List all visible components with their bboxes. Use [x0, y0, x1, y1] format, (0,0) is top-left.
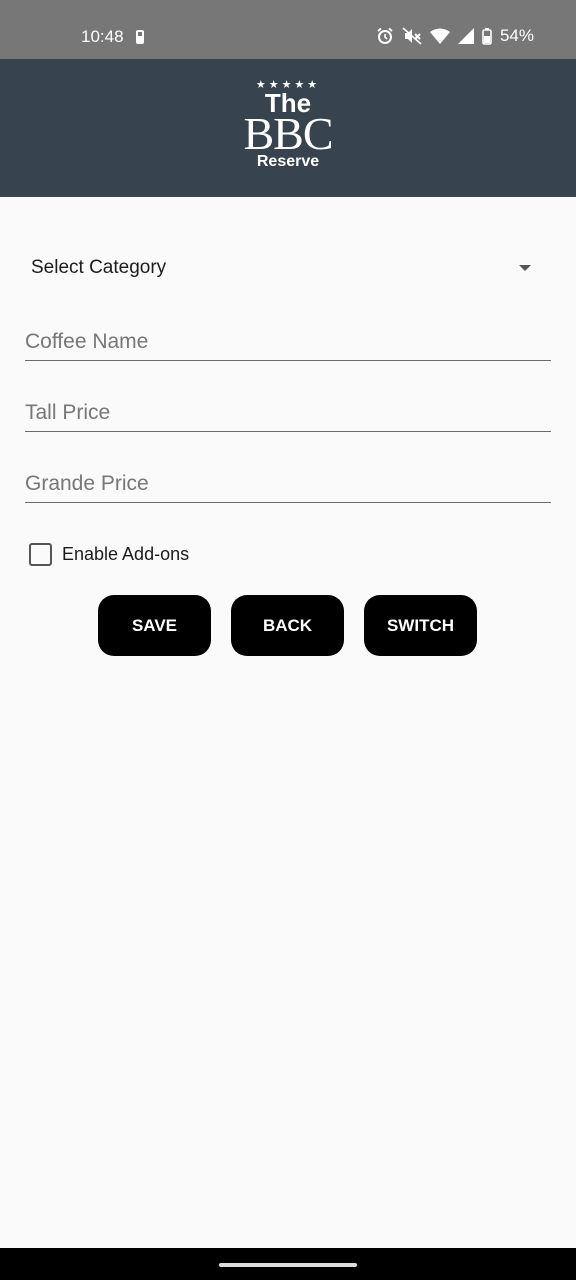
app-header: ★★★★★ The BBC Reserve	[0, 59, 576, 197]
enable-addons-checkbox[interactable]: Enable Add-ons	[29, 542, 189, 566]
tall-price-field	[25, 384, 551, 432]
category-select[interactable]: Select Category	[25, 243, 551, 293]
coffee-name-field	[25, 313, 551, 361]
save-button[interactable]: SAVE	[98, 595, 211, 656]
tall-price-input[interactable]	[25, 401, 551, 425]
dropdown-arrow-icon	[519, 265, 531, 271]
back-button[interactable]: BACK	[231, 595, 344, 656]
signal-icon	[457, 28, 474, 44]
grande-price-input[interactable]	[25, 472, 551, 496]
battery-saver-icon	[136, 30, 144, 44]
coffee-name-input[interactable]	[25, 330, 551, 354]
status-bar: 10:48 54%	[0, 0, 576, 59]
switch-button[interactable]: SWITCH	[364, 595, 477, 656]
navigation-bar	[0, 1248, 576, 1280]
status-icons: 54%	[376, 26, 534, 46]
action-buttons: SAVE BACK SWITCH	[0, 595, 576, 656]
home-gesture-handle[interactable]	[219, 1263, 357, 1267]
logo-bbc: BBC	[243, 108, 333, 159]
checkbox-icon[interactable]	[29, 542, 52, 566]
bbc-reserve-logo: ★★★★★ The BBC Reserve	[230, 79, 346, 179]
grande-price-field	[25, 455, 551, 503]
battery-icon	[482, 27, 492, 45]
enable-addons-label: Enable Add-ons	[62, 543, 190, 564]
mute-icon	[402, 27, 422, 45]
category-select-label: Select Category	[31, 257, 167, 278]
status-time: 10:48	[81, 27, 124, 46]
alarm-icon	[377, 27, 393, 44]
battery-percent: 54%	[499, 26, 534, 45]
wifi-icon	[429, 28, 450, 44]
